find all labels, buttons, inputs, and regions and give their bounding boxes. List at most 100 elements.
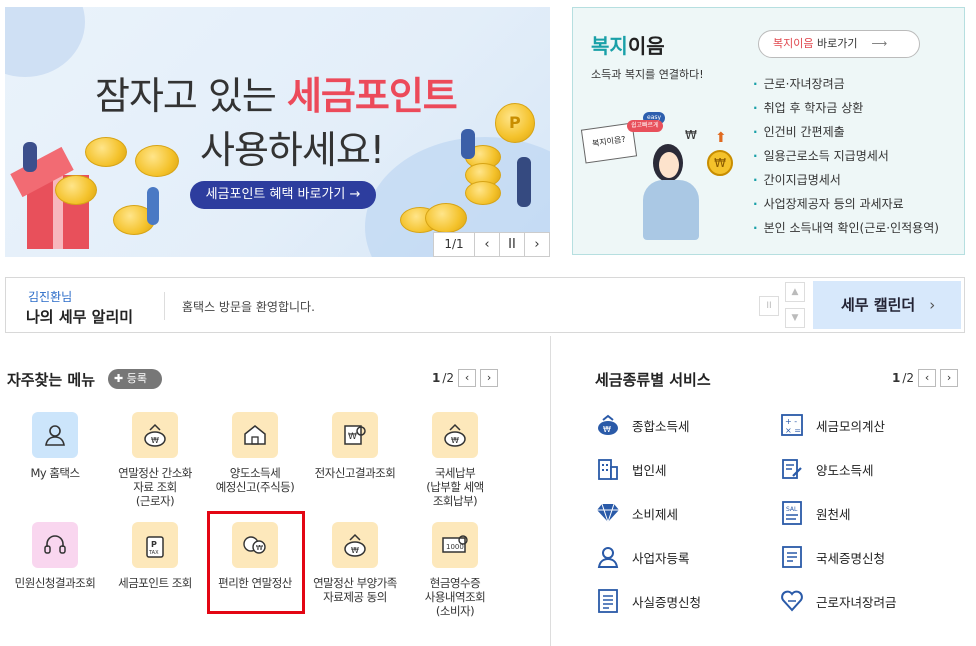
chevron-right-icon: › <box>929 296 936 314</box>
tax-service-label: 근로자녀장려금 <box>816 594 897 610</box>
frequent-menu-pager: 1/2 ‹ › <box>432 369 499 387</box>
pause-icon[interactable]: II <box>759 296 779 316</box>
menu-item-label: 전자신고결과조회 <box>314 466 396 480</box>
woman-face <box>659 152 679 178</box>
banner-next-button[interactable]: › <box>524 233 549 256</box>
menu-item-e-filing-result[interactable]: ₩ 전자신고결과조회 <box>305 412 405 480</box>
person-icon <box>594 543 622 571</box>
svg-text:₩: ₩ <box>151 436 159 445</box>
welfare-item[interactable]: 근로·자녀장려금 <box>753 72 939 96</box>
notice-title: 나의 세무 알리미 <box>26 308 134 326</box>
menu-item-dependent-consent[interactable]: ₩ 연말정산 부양가족 자료제공 동의 <box>305 522 405 604</box>
menu-item-year-end-simplified[interactable]: ₩ 연말정산 간소화 자료 조회 (근로자) <box>105 412 205 508</box>
heart-hands-icon <box>778 587 806 615</box>
svg-text:SAL: SAL <box>786 506 798 513</box>
tax-service-label: 국세증명신청 <box>816 550 886 566</box>
menu-item-label: 세금포인트 조회 <box>118 576 192 590</box>
page-current: 1 <box>892 371 901 385</box>
menu-item-label: 연말정산 간소화 자료 조회 (근로자) <box>118 466 192 508</box>
tax-service-consumption[interactable]: 소비제세 <box>594 499 678 527</box>
person-illustration <box>147 187 159 225</box>
svg-text:+ -: + - <box>785 417 797 426</box>
coin-icon <box>55 175 97 205</box>
tax-point-banner[interactable]: 잠자고 있는 세금포인트 사용하세요! 세금포인트 혜택 바로가기 → P 1/… <box>5 7 550 257</box>
page-total: /2 <box>902 371 915 385</box>
chevron-down-icon[interactable]: ▼ <box>785 308 805 328</box>
welfare-subtitle: 소득과 복지를 연결하다! <box>591 68 704 81</box>
banner-pause-button[interactable]: II <box>499 233 524 256</box>
menu-item-civil-request-result[interactable]: 민원신청결과조회 <box>5 522 105 590</box>
sal-document-icon: SAL <box>778 499 806 527</box>
tax-service-withholding[interactable]: SAL 원천세 <box>778 499 851 527</box>
welfare-title: 복지이음 <box>591 34 665 58</box>
page-total: /2 <box>442 371 455 385</box>
welfare-list: 근로·자녀장려금 취업 후 학자금 상환 인건비 간편제출 일용근로소득 지급명… <box>753 72 939 240</box>
notice-message[interactable]: 홈택스 방문을 환영합니다. <box>182 298 315 315</box>
tax-service-corporate[interactable]: 법인세 <box>594 455 667 483</box>
transfer-document-icon <box>778 455 806 483</box>
tax-service-label: 양도소득세 <box>816 462 874 478</box>
tax-calendar-button[interactable]: 세무 캘린더 › <box>813 281 961 329</box>
banner-decoration <box>5 7 85 77</box>
menu-item-cash-receipt[interactable]: 1000 현금영수증 사용내역조회 (소비자) <box>405 522 505 618</box>
menu-item-transfer-income-tax[interactable]: 양도소득세 예정신고(주식등) <box>205 412 305 494</box>
arrow-up-icon: ⬆ <box>715 130 727 146</box>
tax-notification-bar: 김진환님 나의 세무 알리미 홈택스 방문을 환영합니다. II ▲ ▼ 세무 … <box>5 277 965 333</box>
welfare-item[interactable]: 간이지급명세서 <box>753 168 939 192</box>
tax-service-earned-income-credit[interactable]: 근로자녀장려금 <box>778 587 897 615</box>
tax-point-benefit-button[interactable]: 세금포인트 혜택 바로가기 → <box>190 181 376 209</box>
won-coin-icon: ₩ <box>707 150 733 176</box>
svg-text:₩: ₩ <box>348 432 357 442</box>
user-name: 김진환님 <box>28 290 73 304</box>
menu-item-label: 국세납부 (납부할 세액 조회납부) <box>426 466 484 508</box>
menu-item-label: 현금영수증 사용내역조회 (소비자) <box>424 576 486 618</box>
won-sign-icon: ₩ <box>685 128 697 142</box>
chevron-left-icon[interactable]: ‹ <box>918 369 937 387</box>
menu-item-label: My 홈택스 <box>30 466 80 480</box>
menu-item-tax-point[interactable]: P TAX 세금포인트 조회 <box>105 522 205 590</box>
section-divider <box>550 336 551 646</box>
svg-text:TAX: TAX <box>148 550 159 556</box>
frequent-menu-title: 자주찾는 메뉴 <box>7 371 96 389</box>
money-bag-icon: ₩ <box>132 412 178 458</box>
chevron-up-icon[interactable]: ▲ <box>785 282 805 302</box>
tax-service-label: 법인세 <box>632 462 667 478</box>
banner-prev-button[interactable]: ‹ <box>474 233 499 256</box>
highlight-box <box>207 511 305 614</box>
tax-services-title: 세금종류별 서비스 <box>595 371 711 389</box>
divider <box>164 292 165 320</box>
svg-text:P: P <box>151 540 157 549</box>
menu-item-label: 양도소득세 예정신고(주식등) <box>215 466 295 494</box>
diamond-icon <box>594 499 622 527</box>
welfare-item[interactable]: 취업 후 학자금 상환 <box>753 96 939 120</box>
tax-services-pager: 1/2 ‹ › <box>892 369 959 387</box>
banner-pager: 1/1 ‹ II › <box>433 232 550 257</box>
chevron-right-icon[interactable]: › <box>480 369 499 387</box>
register-button[interactable]: ✚ 등록 <box>108 369 162 389</box>
tax-service-income[interactable]: ₩ 종합소득세 <box>594 411 690 439</box>
tax-service-certificate[interactable]: 국세증명신청 <box>778 543 885 571</box>
tax-service-label: 사실증명신청 <box>632 594 702 610</box>
tax-service-fact-certificate[interactable]: 사실증명신청 <box>594 587 701 615</box>
svg-text:₩: ₩ <box>351 546 359 555</box>
chevron-right-icon[interactable]: › <box>940 369 959 387</box>
welfare-item[interactable]: 인건비 간편제출 <box>753 120 939 144</box>
tax-service-label: 종합소득세 <box>632 418 690 434</box>
tax-service-business-registration[interactable]: 사업자등록 <box>594 543 690 571</box>
arrow-right-icon: ⟶ <box>871 37 888 50</box>
welfare-item[interactable]: 본인 소득내역 확인(근로·인적용역) <box>753 216 939 240</box>
menu-item-my-hometax[interactable]: My 홈택스 <box>5 412 105 480</box>
tax-service-label: 사업자등록 <box>632 550 690 566</box>
tax-service-transfer[interactable]: 양도소득세 <box>778 455 874 483</box>
person-illustration <box>517 157 531 207</box>
welfare-item[interactable]: 일용근로소득 지급명세서 <box>753 144 939 168</box>
menu-item-national-tax-payment[interactable]: ₩ 국세납부 (납부할 세액 조회납부) <box>405 412 505 508</box>
tax-service-label: 소비제세 <box>632 506 679 522</box>
tax-service-simulation[interactable]: + - × = 세금모의계산 <box>778 411 885 439</box>
tax-service-label: 세금모의계산 <box>816 418 886 434</box>
svg-text:₩: ₩ <box>451 436 459 445</box>
welfare-item[interactable]: 사업장제공자 등의 과세자료 <box>753 192 939 216</box>
welfare-shortcut-button[interactable]: 복지이음 바로가기 ⟶ <box>758 30 920 58</box>
chevron-left-icon[interactable]: ‹ <box>458 369 477 387</box>
coin-icon <box>85 137 127 167</box>
